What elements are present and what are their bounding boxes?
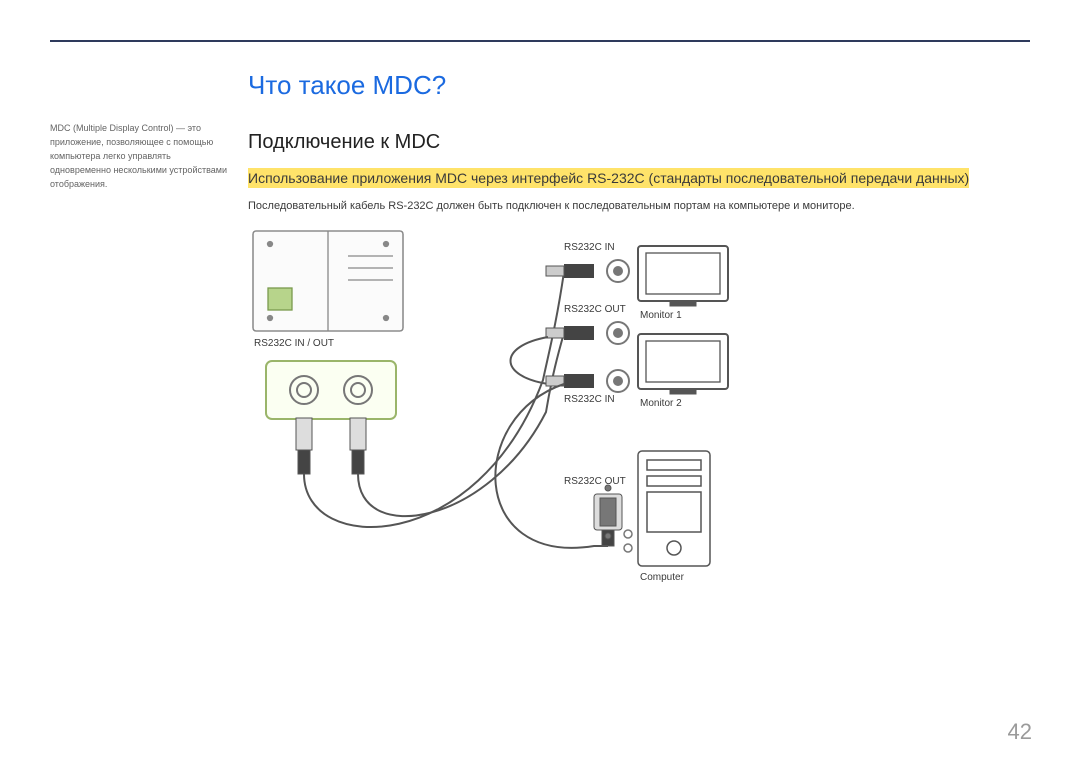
diagram-svg <box>248 226 808 646</box>
highlighted-text: Использование приложения MDC через интер… <box>248 168 1030 190</box>
section-heading: Подключение к MDC <box>248 131 1030 154</box>
page-title: Что такое MDC? <box>248 70 1030 101</box>
top-rule <box>50 40 1030 42</box>
page-number: 42 <box>1008 719 1032 745</box>
label-rs232c-in-2: RS232C IN <box>564 394 615 405</box>
highlight-span: Использование приложения MDC через интер… <box>248 168 969 188</box>
page-layout: MDC (Multiple Display Control) — это при… <box>50 70 1030 646</box>
label-rs232c-in-out: RS232C IN / OUT <box>254 338 334 349</box>
label-rs232c-in-1: RS232C IN <box>564 242 615 253</box>
main-content: Что такое MDC? Подключение к MDC Использ… <box>248 70 1030 646</box>
label-monitor-1: Monitor 1 <box>640 310 682 321</box>
body-text: Последовательный кабель RS-232C должен б… <box>248 200 1030 212</box>
label-rs232c-out-1: RS232C OUT <box>564 304 626 315</box>
connection-diagram: RS232C IN / OUT RS232C IN RS232C OUT RS2… <box>248 226 808 646</box>
label-rs232c-out-2: RS232C OUT <box>564 476 626 487</box>
label-monitor-2: Monitor 2 <box>640 398 682 409</box>
sidebar-note: MDC (Multiple Display Control) — это при… <box>50 70 248 192</box>
label-computer: Computer <box>640 572 684 583</box>
